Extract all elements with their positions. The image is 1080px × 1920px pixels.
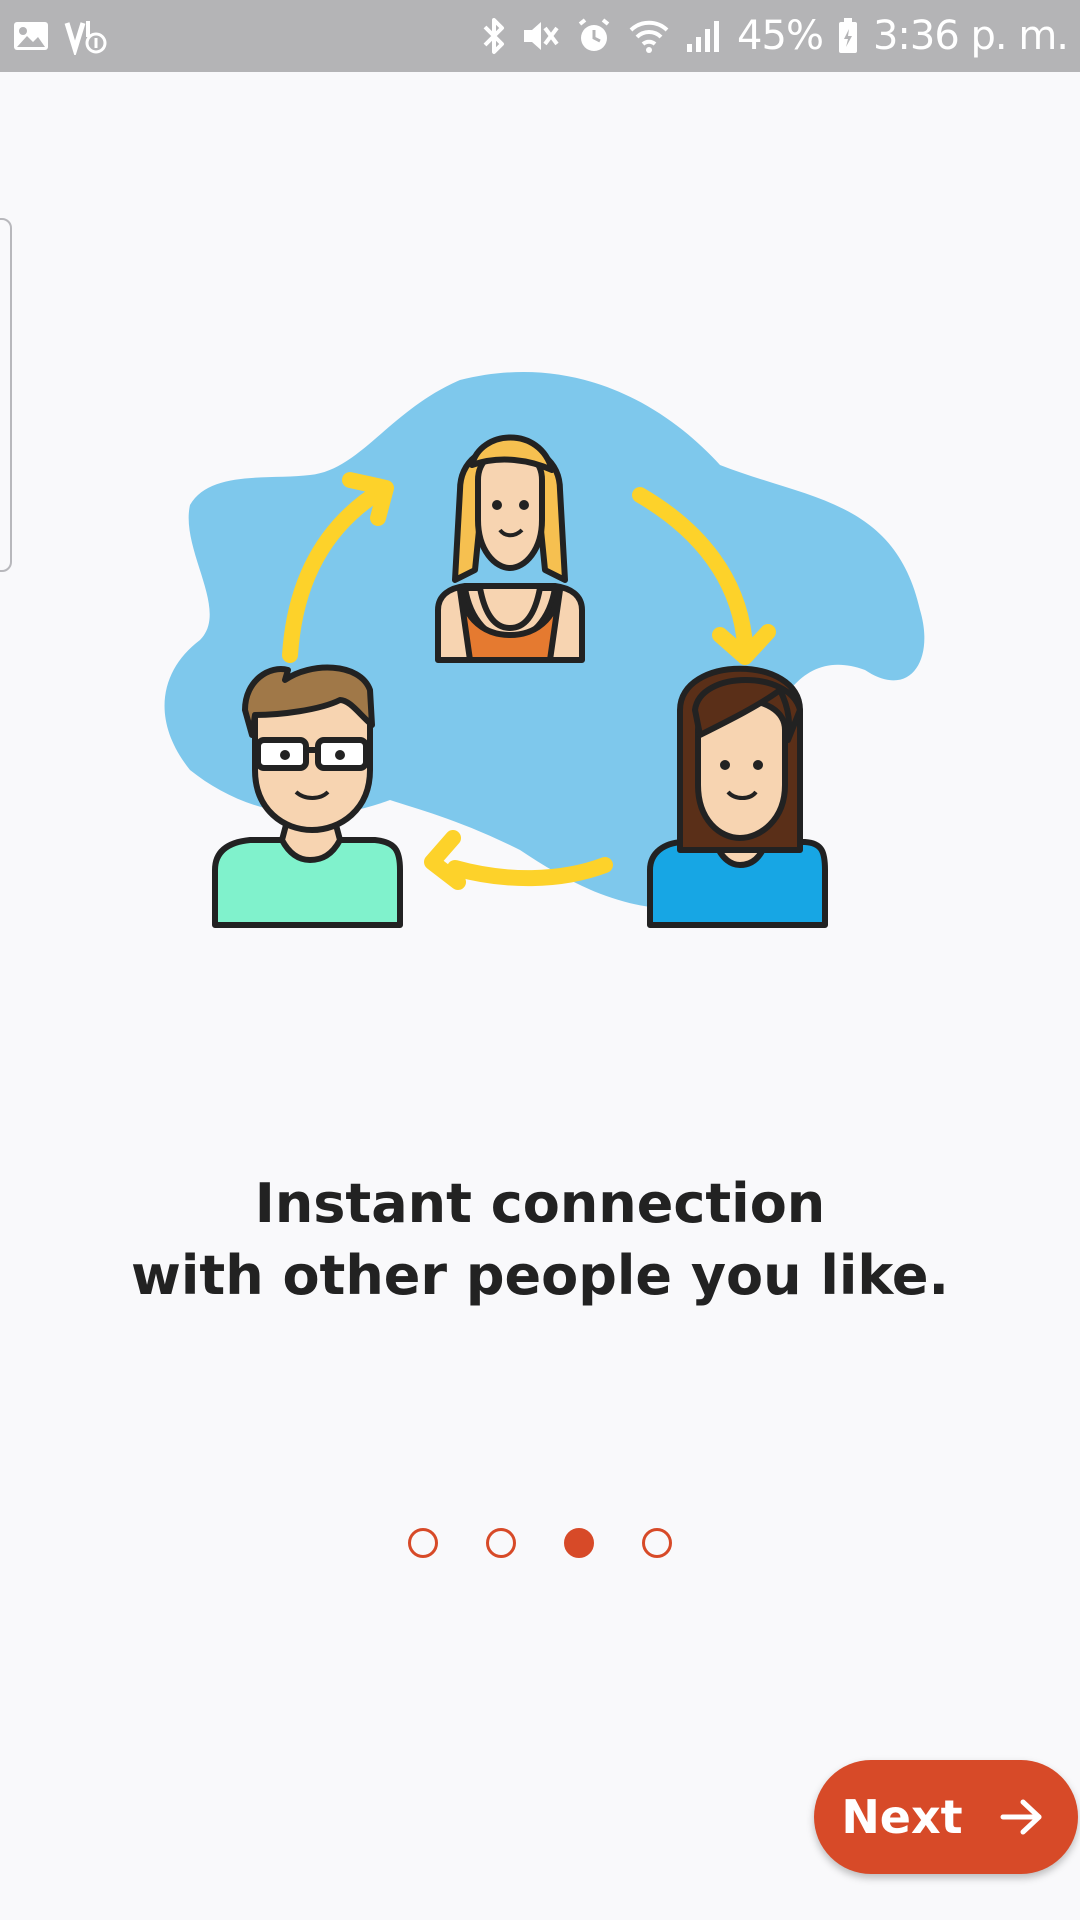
signal-icon — [685, 18, 723, 54]
connection-illustration — [160, 370, 940, 980]
page-dot-4[interactable] — [642, 1528, 672, 1558]
mute-icon — [521, 18, 561, 54]
image-icon — [12, 20, 50, 52]
status-time: 3:36 p. m. — [872, 13, 1069, 59]
status-bar: 45% 3:36 p. m. — [0, 0, 1080, 72]
arrow-right-icon — [999, 1797, 1045, 1837]
alarm-icon — [575, 17, 613, 55]
battery-percent: 45% — [737, 13, 824, 59]
headline-line-1: Instant connection — [254, 1172, 826, 1235]
page-indicator — [0, 1528, 1080, 1560]
headline-line-2: with other people you like. — [131, 1244, 949, 1307]
volte-icon — [64, 17, 108, 55]
battery-icon — [837, 17, 859, 55]
next-button-label: Next — [841, 1790, 963, 1844]
wifi-icon — [627, 18, 671, 54]
page-dot-3[interactable] — [564, 1528, 594, 1558]
edge-panel-handle[interactable] — [0, 218, 12, 572]
status-right: 45% 3:36 p. m. — [481, 13, 1069, 59]
page-dot-2[interactable] — [486, 1528, 516, 1558]
page-dot-1[interactable] — [408, 1528, 438, 1558]
onboarding-screen: 45% 3:36 p. m. Instant connection with o… — [0, 0, 1080, 1920]
onboarding-headline: Instant connection with other people you… — [0, 1168, 1080, 1312]
next-button[interactable]: Next — [814, 1760, 1078, 1874]
status-left — [12, 17, 108, 55]
bluetooth-icon — [481, 16, 507, 56]
